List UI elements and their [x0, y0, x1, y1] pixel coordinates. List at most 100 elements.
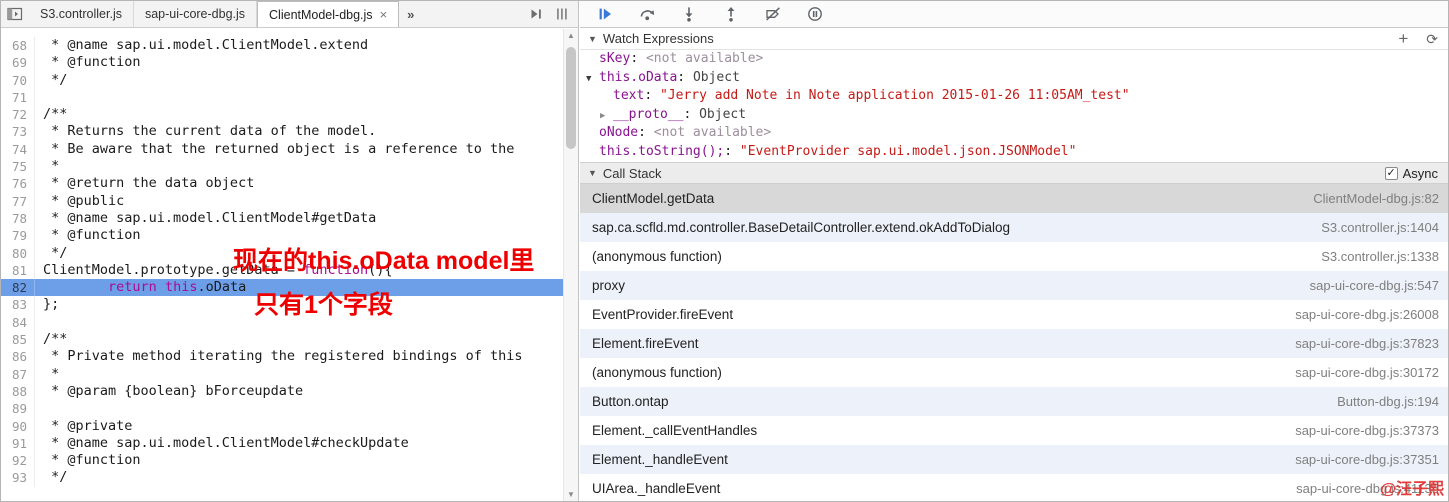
scroll-down-icon[interactable]: ▼ — [564, 488, 578, 501]
code-text: /** — [43, 331, 68, 348]
code-line: 93 */ — [1, 469, 563, 487]
callstack-frame[interactable]: UIArea._handleEvent sap-ui-core-dbg.js:41… — [580, 474, 1448, 501]
watch-expressions-header[interactable]: ▼ Watch Expressions + ⟳ — [580, 28, 1448, 50]
callstack-frame[interactable]: sap.ca.scfld.md.controller.BaseDetailCon… — [580, 213, 1448, 242]
line-number[interactable]: 85 — [1, 331, 35, 349]
code-line: 83}; — [1, 296, 563, 314]
code-line: 88 * @param {boolean} bForceupdate — [1, 382, 563, 401]
line-number[interactable]: 82 — [1, 279, 35, 297]
watch-row[interactable]: oNode: <not available> — [580, 125, 1448, 144]
line-number[interactable]: 91 — [1, 434, 35, 453]
scroll-up-icon[interactable]: ▲ — [564, 29, 578, 42]
line-number[interactable]: 68 — [1, 37, 35, 55]
code-line: 85 /** — [1, 331, 563, 349]
tab-ClientModel-dbg.js[interactable]: ClientModel-dbg.js × — [257, 1, 400, 27]
line-number[interactable]: 88 — [1, 382, 35, 401]
watch-expressions-list: sKey: <not available> ▼ this.oData: Object… — [580, 50, 1448, 162]
expanded-arrow-icon[interactable]: ▼ — [586, 74, 599, 84]
columns-icon — [557, 8, 567, 20]
code-text: * @return the data object — [43, 175, 255, 192]
step-into-button[interactable] — [678, 4, 700, 24]
line-number[interactable]: 70 — [1, 71, 35, 89]
tab-S3.controller.js[interactable]: S3.controller.js — [29, 1, 134, 27]
line-number[interactable]: 71 — [1, 88, 35, 107]
line-number[interactable]: 89 — [1, 400, 35, 418]
line-number[interactable]: 84 — [1, 313, 35, 332]
scrollbar-thumb[interactable] — [566, 47, 576, 149]
line-number[interactable]: 90 — [1, 417, 35, 435]
async-checkbox[interactable]: ✓ — [1384, 166, 1398, 180]
pause-on-exceptions-button[interactable] — [804, 4, 826, 24]
line-number[interactable]: 81 — [1, 261, 35, 280]
collapsed-arrow-icon[interactable]: ▶ — [600, 111, 613, 121]
expand-panel-button[interactable] — [526, 4, 546, 24]
line-number[interactable]: 80 — [1, 244, 35, 262]
collapse-arrow-icon[interactable]: ▼ — [588, 34, 597, 44]
callstack-frame[interactable]: ClientModel.getData ClientModel-dbg.js:82 — [580, 184, 1448, 213]
tab-sap-ui-core-dbg.js[interactable]: sap-ui-core-dbg.js — [134, 1, 258, 27]
code-line: 81 ClientModel.prototype.getData = functi… — [1, 261, 563, 280]
code-text: * — [43, 158, 60, 175]
columns-button[interactable] — [552, 4, 572, 24]
frame-function: sap.ca.scfld.md.controller.BaseDetailCon… — [592, 220, 1010, 235]
async-checkbox-group[interactable]: ✓ Async — [1384, 165, 1438, 181]
callstack-frame[interactable]: Element.fireEvent sap-ui-core-dbg.js:3782… — [580, 329, 1448, 358]
line-number[interactable]: 75 — [1, 158, 35, 176]
code-editor[interactable]: 68 * @name sap.ui.model.ClientModel.exte… — [1, 29, 578, 501]
frame-function: EventProvider.fireEvent — [592, 307, 734, 322]
code-line: 90 * @private — [1, 417, 563, 435]
editor-scrollbar[interactable]: ▲ ▼ — [563, 29, 578, 501]
refresh-watch-icon[interactable]: ⟳ — [1426, 32, 1438, 46]
watch-row[interactable]: ▼ this.oData: Object — [580, 70, 1448, 89]
code-line: 84 — [1, 313, 563, 332]
collapse-arrow-icon[interactable]: ▼ — [588, 168, 597, 178]
resume-button[interactable] — [594, 4, 616, 24]
callstack-frame[interactable]: Element._callEventHandles sap-ui-core-dbg… — [580, 416, 1448, 445]
code-text: * Returns the current data of the model. — [43, 123, 377, 140]
line-number[interactable]: 87 — [1, 365, 35, 383]
callstack-frame[interactable]: Element._handleEvent sap-ui-core-dbg.js:3… — [580, 445, 1448, 474]
code-line: 89 — [1, 400, 563, 418]
callstack-frame[interactable]: (anonymous function) S3.controller.js:133… — [580, 242, 1448, 271]
watch-row[interactable]: ▶ __proto__: Object — [580, 107, 1448, 126]
line-number[interactable]: 93 — [1, 469, 35, 487]
watch-row[interactable]: this.toString();: "EventProvider sap.ui.… — [580, 144, 1448, 163]
code-text: * @name sap.ui.model.ClientModel#checkUp… — [43, 434, 409, 451]
line-number[interactable]: 73 — [1, 123, 35, 141]
callstack-frame[interactable]: (anonymous function) sap-ui-core-dbg.js:3… — [580, 358, 1448, 387]
file-tab-bar: S3.controller.js sap-ui-core-dbg.js Client… — [1, 1, 578, 28]
line-number[interactable]: 69 — [1, 54, 35, 72]
step-over-button[interactable] — [636, 4, 658, 24]
code-line: 73 * Returns the current data of the mod… — [1, 123, 563, 141]
call-stack-header[interactable]: ▼ Call Stack ✓ Async — [580, 162, 1448, 184]
step-into-icon — [685, 7, 693, 22]
watch-row[interactable]: sKey: <not available> — [580, 51, 1448, 70]
watch-row[interactable]: text: "Jerry add Note in Note applicatio… — [580, 88, 1448, 107]
callstack-frame[interactable]: proxy sap-ui-core-dbg.js:547 — [580, 271, 1448, 300]
line-number[interactable]: 77 — [1, 192, 35, 210]
line-number[interactable]: 79 — [1, 227, 35, 245]
line-number[interactable]: 83 — [1, 296, 35, 314]
callstack-frame[interactable]: Button.ontap Button-dbg.js:194 — [580, 387, 1448, 416]
call-stack-title: Call Stack — [602, 165, 662, 181]
frame-function: (anonymous function) — [592, 249, 722, 264]
navigator-toggle-button[interactable] — [1, 1, 29, 27]
line-number[interactable]: 86 — [1, 348, 35, 366]
async-label: Async — [1402, 165, 1438, 181]
line-number[interactable]: 92 — [1, 452, 35, 470]
debugger-toolbar — [580, 1, 1448, 28]
callstack-frame[interactable]: EventProvider.fireEvent sap-ui-core-dbg.j… — [580, 300, 1448, 329]
line-number[interactable]: 76 — [1, 175, 35, 193]
line-number[interactable]: 72 — [1, 106, 35, 124]
tab-overflow-chevron[interactable]: » — [399, 1, 422, 27]
tab-close-icon[interactable]: × — [380, 8, 388, 21]
deactivate-breakpoints-button[interactable] — [762, 4, 784, 24]
step-out-button[interactable] — [720, 4, 742, 24]
add-watch-icon[interactable]: + — [1398, 30, 1408, 47]
line-number[interactable]: 78 — [1, 209, 35, 228]
pause-on-exceptions-icon — [808, 7, 822, 21]
code-text: * Private method iterating the registere… — [43, 348, 523, 365]
line-number[interactable]: 74 — [1, 140, 35, 159]
frame-location: sap-ui-core-dbg.js:37351 — [1295, 452, 1439, 467]
frame-location: sap-ui-core-dbg.js:37823 — [1295, 336, 1439, 351]
